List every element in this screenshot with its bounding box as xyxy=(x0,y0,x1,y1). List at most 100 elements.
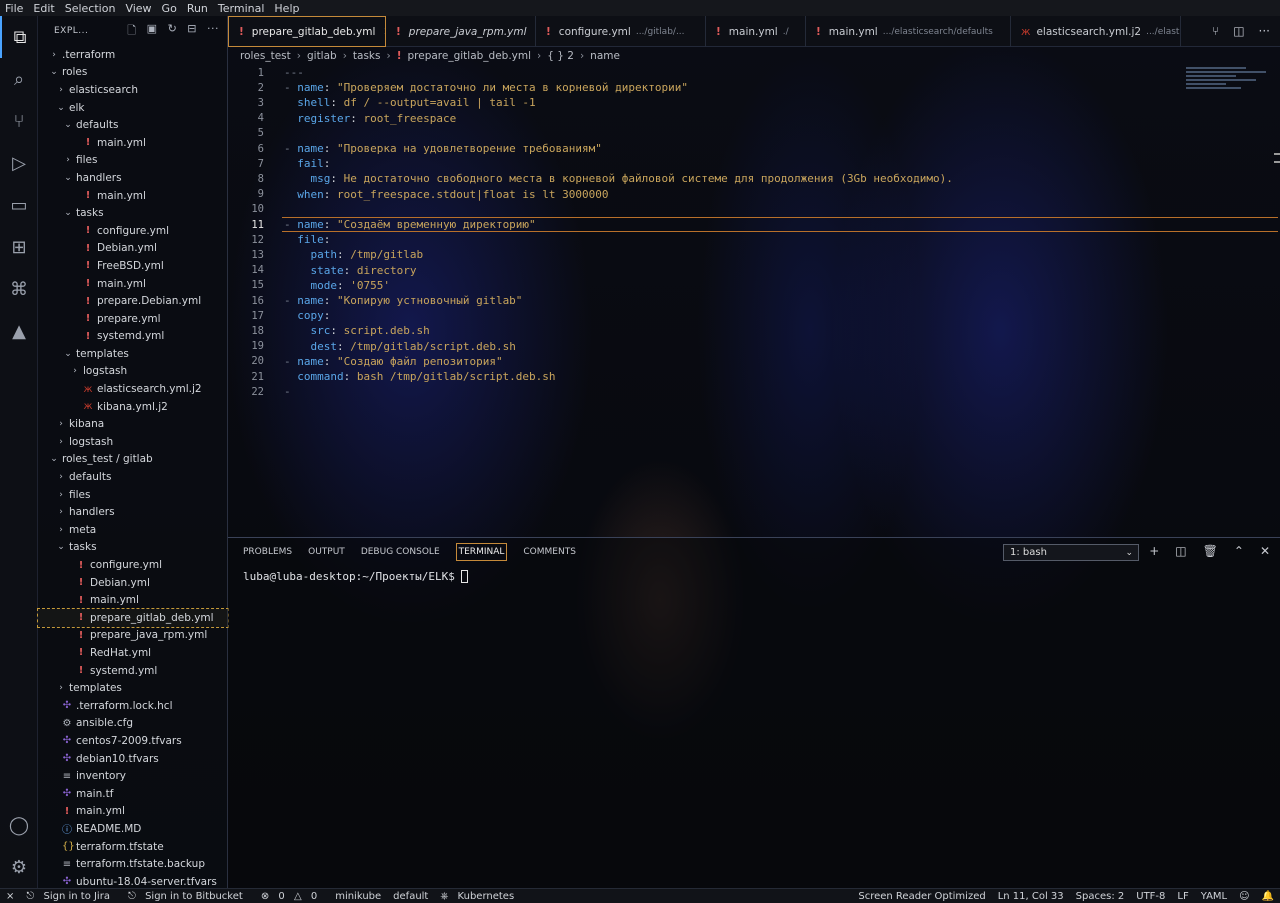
code-line[interactable]: 10 xyxy=(228,202,1178,217)
cursor-position[interactable]: Ln 11, Col 33 xyxy=(992,891,1070,902)
code-editor[interactable]: 1 --- 2- name: "Проверяем достаточно ли ме… xyxy=(228,65,1280,537)
panel-tab[interactable]: PROBLEMS xyxy=(243,547,292,557)
code-line[interactable]: 19 dest: /tmp/gitlab/script.deb.sh xyxy=(228,339,1178,354)
tree-file[interactable]: ! prepare.yml xyxy=(38,310,228,328)
tree-file[interactable]: {} terraform.tfstate xyxy=(38,838,228,856)
tree-file[interactable]: ! systemd.yml xyxy=(38,328,228,346)
code-line[interactable]: 11- name: "Создаём временную директорию" xyxy=(228,217,1278,233)
menu-run[interactable]: Run xyxy=(182,2,213,15)
more-actions-icon[interactable]: ··· xyxy=(207,22,219,41)
account-icon[interactable]: ◯ xyxy=(0,804,38,846)
collapse-all-icon[interactable]: ⊟ xyxy=(187,22,197,41)
tree-file[interactable]: ! FreeBSD.yml xyxy=(38,257,228,275)
jira-signin[interactable]: ⎋ Sign in to Jira xyxy=(20,891,122,902)
editor-tab[interactable]: ! main.yml .../elasticsearch/defaults xyxy=(806,16,1011,47)
code-line[interactable]: 22 - xyxy=(228,384,1178,399)
code-line[interactable]: 9 when: root_freespace.stdout|float is l… xyxy=(228,187,1178,202)
menu-selection[interactable]: Selection xyxy=(60,2,121,15)
tree-folder[interactable]: › kibana xyxy=(38,415,228,433)
tree-file[interactable]: ! main.yml xyxy=(38,803,228,821)
notifications-icon[interactable]: 🔔 xyxy=(1256,891,1280,902)
kube-cluster[interactable]: minikube xyxy=(329,891,387,902)
encoding[interactable]: UTF-8 xyxy=(1130,891,1171,902)
source-control-icon[interactable]: ⑂ xyxy=(0,100,38,142)
code-line[interactable]: 4 register: root_freespace xyxy=(228,111,1178,126)
tree-folder[interactable]: ⌄ roles_test / gitlab xyxy=(38,451,228,469)
tree-folder[interactable]: › files xyxy=(38,152,228,170)
code-line[interactable]: 2 - name: "Проверяем достаточно ли места … xyxy=(228,80,1178,95)
problems-count[interactable]: ⊗ 0 △ 0 xyxy=(255,891,329,902)
code-line[interactable]: 17 copy: xyxy=(228,308,1178,323)
tree-folder[interactable]: ⌄ templates xyxy=(38,345,228,363)
tree-file[interactable]: ! Debian.yml xyxy=(38,574,228,592)
menu-go[interactable]: Go xyxy=(157,2,182,15)
tree-folder[interactable]: › files xyxy=(38,486,228,504)
code-line[interactable]: 12 file: xyxy=(228,232,1178,247)
tree-file[interactable]: ≡ terraform.tfstate.backup xyxy=(38,855,228,873)
tree-folder[interactable]: › templates xyxy=(38,679,228,697)
tree-folder[interactable]: › handlers xyxy=(38,503,228,521)
code-line[interactable]: 21 command: bash /tmp/gitlab/script.deb.… xyxy=(228,369,1178,384)
tree-folder[interactable]: › .terraform xyxy=(38,46,228,64)
tree-file[interactable]: ! configure.yml xyxy=(38,222,228,240)
atlassian-icon[interactable]: ▲ xyxy=(0,310,38,352)
editor-tab[interactable]: !prepare_gitlab_deb.yml✕ xyxy=(228,16,386,47)
tree-file[interactable]: ! prepare.Debian.yml xyxy=(38,292,228,310)
breadcrumb-item[interactable]: prepare_gitlab_deb.yml xyxy=(407,50,531,62)
new-folder-icon[interactable]: ▣ xyxy=(147,22,158,41)
tree-folder[interactable]: ⌄ tasks xyxy=(38,204,228,222)
panel-tab[interactable]: COMMENTS xyxy=(523,547,576,557)
code-line[interactable]: 15 mode: '0755' xyxy=(228,278,1178,293)
split-editor-icon[interactable]: ◫ xyxy=(1233,24,1244,38)
breadcrumb-item[interactable]: gitlab xyxy=(307,50,337,62)
new-terminal-icon[interactable]: + xyxy=(1149,544,1159,558)
close-panel-icon[interactable]: ✕ xyxy=(1260,544,1270,558)
indentation[interactable]: Spaces: 2 xyxy=(1070,891,1131,902)
remote-explorer-icon[interactable]: ▭ xyxy=(0,184,38,226)
tree-file[interactable]: ⓘ README.MD xyxy=(38,820,228,838)
panel-tab[interactable]: TERMINAL xyxy=(455,543,508,561)
code-line[interactable]: 20 - name: "Создаю файл репозитория" xyxy=(228,354,1178,369)
tree-file[interactable]: ✣ main.tf xyxy=(38,785,228,803)
editor-tab[interactable]: ж elasticsearch.yml.j2 .../elasticsear xyxy=(1011,16,1181,47)
code-line[interactable]: 16 - name: "Копирую устновочный gitlab" xyxy=(228,293,1178,308)
kube-namespace[interactable]: default xyxy=(387,891,434,902)
tree-file[interactable]: ⚙ ansible.cfg xyxy=(38,715,228,733)
menu-view[interactable]: View xyxy=(120,2,156,15)
tree-file[interactable]: ≡ inventory xyxy=(38,767,228,785)
settings-gear-icon[interactable]: ⚙ xyxy=(0,846,38,888)
menu-file[interactable]: File xyxy=(0,2,28,15)
explorer-icon[interactable]: ⧉ xyxy=(0,16,38,58)
editor-tab[interactable]: ! configure.yml .../gitlab/... xyxy=(536,16,706,47)
tree-folder[interactable]: ⌄ roles xyxy=(38,64,228,82)
refresh-icon[interactable]: ↻ xyxy=(168,22,178,41)
tree-folder[interactable]: ⌄ handlers xyxy=(38,169,228,187)
line-ending[interactable]: LF xyxy=(1171,891,1194,902)
remote-indicator-icon[interactable]: ⨯ xyxy=(0,891,20,902)
tree-folder[interactable]: ⌄ defaults xyxy=(38,116,228,134)
tree-file[interactable]: ! main.yml xyxy=(38,591,228,609)
editor-tab[interactable]: ! prepare_java_rpm.yml xyxy=(386,16,536,47)
menu-terminal[interactable]: Terminal xyxy=(213,2,270,15)
tree-file[interactable]: ! main.yml xyxy=(38,275,228,293)
new-file-icon[interactable]: 🗋 xyxy=(127,22,136,41)
tree-file[interactable]: ж kibana.yml.j2 xyxy=(38,398,228,416)
tree-folder[interactable]: › elasticsearch xyxy=(38,81,228,99)
tree-file[interactable]: ✣ .terraform.lock.hcl xyxy=(38,697,228,715)
bitbucket-signin[interactable]: ⎋ Sign in to Bitbucket xyxy=(122,891,255,902)
language-mode[interactable]: YAML xyxy=(1195,891,1233,902)
tree-folder[interactable]: › logstash xyxy=(38,433,228,451)
menu-edit[interactable]: Edit xyxy=(28,2,59,15)
run-debug-icon[interactable]: ▷ xyxy=(0,142,38,184)
screen-reader-mode[interactable]: Screen Reader Optimized xyxy=(852,891,991,902)
tree-file[interactable]: ! prepare_java_rpm.yml xyxy=(38,627,228,645)
menu-help[interactable]: Help xyxy=(269,2,304,15)
tree-file[interactable]: ! main.yml xyxy=(38,187,228,205)
breadcrumb-item[interactable]: tasks xyxy=(353,50,381,62)
extensions-icon[interactable]: ⊞ xyxy=(0,226,38,268)
tree-folder[interactable]: › logstash xyxy=(38,363,228,381)
tree-folder[interactable]: ⌄ elk xyxy=(38,99,228,117)
tree-file[interactable]: ✣ debian10.tfvars xyxy=(38,750,228,768)
tree-file[interactable]: ! systemd.yml xyxy=(38,662,228,680)
more-actions-icon[interactable]: ··· xyxy=(1259,24,1270,38)
